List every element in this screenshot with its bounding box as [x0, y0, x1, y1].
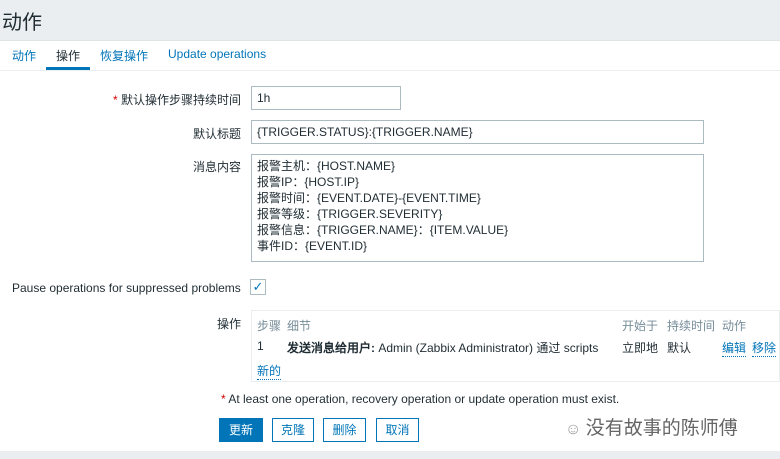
delete-button[interactable]: 删除 [323, 418, 366, 442]
subject-label: 默认标题 [192, 127, 241, 141]
message-textarea[interactable]: 报警主机：{HOST.NAME} 报警IP：{HOST.IP} 报警时间：{EV… [251, 154, 704, 262]
col-action: 动作 [722, 319, 747, 333]
duration-input[interactable] [251, 86, 401, 110]
cancel-button[interactable]: 取消 [376, 418, 419, 442]
row-details: 发送消息给用户: Admin (Zabbix Administrator) 通过… [287, 341, 599, 355]
col-details: 细节 [287, 319, 312, 333]
clone-button[interactable]: 克隆 [272, 418, 314, 442]
tab-update-operations[interactable]: Update operations [168, 47, 266, 61]
operations-label: 操作 [216, 317, 241, 331]
required-note: * At least one operation, recovery opera… [221, 392, 620, 406]
tab-action[interactable]: 动作 [12, 47, 36, 64]
row-start: 立即地 [622, 341, 659, 355]
row-duration: 默认 [667, 341, 692, 355]
pause-checkbox[interactable]: ✓ [250, 279, 266, 295]
subject-input[interactable] [251, 120, 704, 144]
remove-link[interactable]: 移除 [752, 339, 777, 357]
col-duration: 持续时间 [667, 319, 716, 333]
checkmark-icon: ✓ [252, 279, 264, 294]
col-start: 开始于 [622, 319, 659, 333]
col-step: 步骤 [257, 319, 282, 333]
pause-label: Pause operations for suppressed problems [12, 281, 241, 295]
new-operation-link[interactable]: 新的 [257, 362, 282, 380]
watermark: ☺ 没有故事的陈师傅 [565, 418, 738, 439]
update-button[interactable]: 更新 [219, 418, 263, 442]
duration-label: * 默认操作步骤持续时间 [112, 93, 241, 107]
edit-link[interactable]: 编辑 [722, 339, 747, 357]
wechat-icon: ☺ [565, 421, 586, 438]
tab-recovery-operations[interactable]: 恢复操作 [100, 47, 148, 64]
tab-divider [0, 70, 780, 71]
message-label: 消息内容 [192, 160, 241, 174]
row-step: 1 [257, 339, 264, 353]
page-title: 动作 [2, 12, 42, 34]
tab-operations[interactable]: 操作 [56, 47, 80, 64]
